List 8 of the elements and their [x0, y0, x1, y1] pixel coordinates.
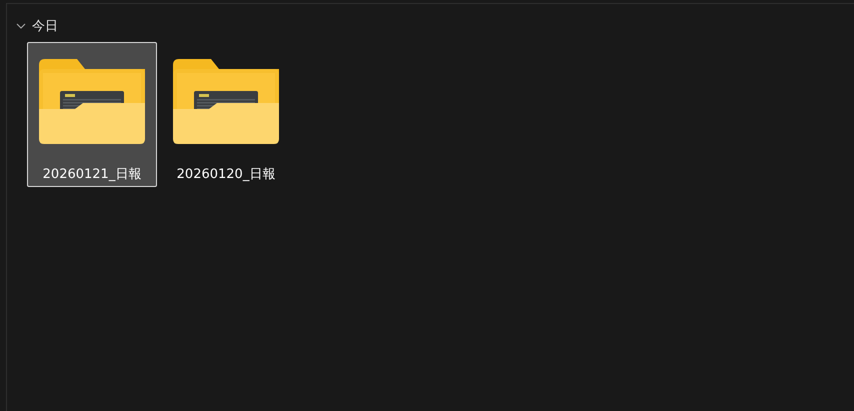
group-header: 今日 — [32, 18, 58, 35]
folder-item[interactable]: 20260121_日報 — [27, 42, 157, 187]
folder-name: 20260120_日報 — [176, 166, 276, 183]
folder-item[interactable]: 20260120_日報 — [161, 42, 291, 187]
folder-name: 20260121_日報 — [42, 166, 142, 183]
folder-icon — [173, 59, 279, 145]
chevron-icon[interactable] — [16, 21, 26, 31]
folder-icon — [39, 59, 145, 145]
